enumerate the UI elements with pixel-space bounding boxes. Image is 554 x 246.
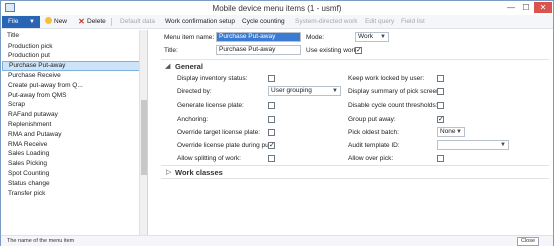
allow-splitting-of-work-checkbox[interactable] bbox=[268, 155, 275, 162]
list-item[interactable]: Transfer pick bbox=[2, 189, 140, 199]
menu-item-name-field[interactable]: Purchase Put-away bbox=[216, 32, 301, 42]
keep-work-locked-checkbox[interactable] bbox=[437, 75, 444, 82]
delete-button[interactable]: ✕ Delete bbox=[78, 17, 106, 27]
work-confirmation-setup-button[interactable]: Work confirmation setup bbox=[165, 17, 235, 27]
pick-oldest-batch-dropdown[interactable]: None ▼ bbox=[437, 127, 465, 137]
list-item-selected[interactable]: Purchase Put-away bbox=[2, 61, 140, 71]
list-column-header[interactable]: Title bbox=[7, 32, 19, 39]
display-summary-label: Display summary of pick screen: bbox=[348, 88, 442, 95]
allow-over-pick-label: Allow over pick: bbox=[348, 155, 394, 162]
override-license-plate-during-put-label: Override license plate during put: bbox=[177, 142, 273, 149]
new-record-icon bbox=[45, 17, 52, 24]
override-target-license-plate-checkbox[interactable] bbox=[268, 129, 275, 136]
file-label: File bbox=[8, 18, 19, 25]
audit-template-id-label: Audit template ID: bbox=[348, 142, 400, 149]
title-field[interactable]: Purchase Put-away bbox=[216, 45, 301, 55]
list-item[interactable]: Replenishment bbox=[2, 120, 140, 130]
list-item[interactable]: Scrap bbox=[2, 100, 140, 110]
directed-by-label: Directed by: bbox=[177, 88, 212, 95]
override-license-plate-during-put-checkbox[interactable]: ✓ bbox=[268, 142, 275, 149]
section-divider bbox=[161, 165, 549, 166]
section-divider bbox=[161, 178, 549, 179]
display-inventory-status-checkbox[interactable] bbox=[268, 75, 275, 82]
new-label: New bbox=[54, 18, 68, 25]
list-item[interactable]: Spot Counting bbox=[2, 169, 140, 179]
action-pane: File ▼ New ✕ Delete Default data Work con… bbox=[1, 15, 553, 29]
list-item[interactable]: RMA Receive bbox=[2, 140, 140, 150]
use-existing-work-checkbox[interactable]: ✓ bbox=[355, 47, 362, 54]
directed-by-dropdown[interactable]: User grouping ▼ bbox=[268, 86, 341, 96]
pick-oldest-batch-value: None bbox=[440, 128, 456, 135]
list-item[interactable]: Sales Loading bbox=[2, 149, 140, 159]
anchoring-checkbox[interactable] bbox=[268, 116, 275, 123]
field-list-button[interactable]: Field list bbox=[401, 17, 425, 27]
new-button[interactable]: New bbox=[45, 17, 67, 27]
delete-icon: ✕ bbox=[78, 17, 85, 26]
work-classes-section-title[interactable]: Work classes bbox=[175, 168, 223, 177]
cycle-counting-button[interactable]: Cycle counting bbox=[242, 17, 285, 27]
disable-cycle-count-checkbox[interactable] bbox=[437, 102, 444, 109]
keep-work-locked-label: Keep work locked by user: bbox=[348, 75, 425, 82]
list-item[interactable]: Create put-away from Q... bbox=[2, 81, 140, 91]
mode-dropdown[interactable]: Work ▼ bbox=[355, 32, 389, 42]
edit-query-button[interactable]: Edit query bbox=[365, 17, 394, 27]
close-icon[interactable]: ✕ bbox=[534, 2, 552, 13]
chevron-down-icon: ▼ bbox=[332, 88, 338, 94]
menu-item-list: Title Production pick Production put Purch… bbox=[2, 30, 148, 235]
anchoring-label: Anchoring: bbox=[177, 116, 209, 123]
generate-license-plate-label: Generate license plate: bbox=[177, 102, 244, 109]
allow-splitting-of-work-label: Allow splitting of work: bbox=[177, 155, 241, 162]
audit-template-id-dropdown[interactable]: ▼ bbox=[437, 140, 509, 150]
default-data-button[interactable]: Default data bbox=[120, 17, 155, 27]
scrollbar-thumb[interactable] bbox=[141, 100, 147, 175]
maximize-icon[interactable]: ☐ bbox=[519, 2, 533, 13]
list-item[interactable]: RAFand putaway bbox=[2, 110, 140, 120]
collapse-caret-icon[interactable]: ◢ bbox=[165, 62, 170, 70]
window: Mobile device menu items (1 - usmf) — ☐ … bbox=[0, 0, 554, 246]
detail-pane: Menu item name: Purchase Put-away Title:… bbox=[161, 30, 551, 235]
toolbar-divider bbox=[111, 18, 112, 26]
delete-label: Delete bbox=[87, 18, 106, 25]
help-text: The name of the menu item bbox=[7, 238, 75, 244]
minimize-icon[interactable]: — bbox=[504, 2, 518, 13]
override-target-license-plate-label: Override target license plate: bbox=[177, 129, 261, 136]
allow-over-pick-checkbox[interactable] bbox=[437, 155, 444, 162]
chevron-down-icon: ▼ bbox=[29, 19, 35, 25]
list-item[interactable]: Production put bbox=[2, 51, 140, 61]
status-bar: The name of the menu item Close bbox=[1, 235, 553, 246]
generate-license-plate-checkbox[interactable] bbox=[268, 102, 275, 109]
window-title: Mobile device menu items (1 - usmf) bbox=[212, 4, 342, 13]
title-bar: Mobile device menu items (1 - usmf) — ☐ … bbox=[1, 1, 553, 15]
list-item[interactable]: Put-away from QMS bbox=[2, 91, 140, 101]
list-scrollbar[interactable] bbox=[139, 30, 147, 235]
general-section-title[interactable]: General bbox=[175, 62, 203, 71]
mode-label: Mode: bbox=[306, 34, 325, 41]
mode-value: Work bbox=[358, 33, 374, 40]
display-summary-checkbox[interactable] bbox=[437, 88, 444, 95]
menu-item-name-label: Menu item name: bbox=[164, 34, 215, 41]
list-item[interactable]: Production pick bbox=[2, 42, 140, 52]
chevron-down-icon: ▼ bbox=[456, 129, 462, 135]
group-put-away-checkbox[interactable]: ✓ bbox=[437, 116, 444, 123]
section-divider bbox=[161, 59, 549, 60]
list-item[interactable]: Status change bbox=[2, 179, 140, 189]
system-directed-work-button[interactable]: System-directed work bbox=[295, 17, 358, 27]
list-item[interactable]: Purchase Receive bbox=[2, 71, 140, 81]
directed-by-value: User grouping bbox=[271, 87, 312, 94]
use-existing-work-label: Use existing work: bbox=[306, 47, 359, 54]
chevron-down-icon: ▼ bbox=[500, 142, 506, 148]
file-menu-button[interactable]: File ▼ bbox=[2, 16, 40, 28]
list-item[interactable]: Sales Picking bbox=[2, 159, 140, 169]
close-button[interactable]: Close bbox=[517, 237, 539, 246]
expand-caret-icon[interactable]: ▷ bbox=[166, 168, 171, 176]
pick-oldest-batch-label: Pick oldest batch: bbox=[348, 129, 399, 136]
chevron-down-icon: ▼ bbox=[380, 34, 386, 40]
group-put-away-label: Group put away: bbox=[348, 116, 396, 123]
disable-cycle-count-label: Disable cycle count thresholds: bbox=[348, 102, 438, 109]
display-inventory-status-label: Display inventory status: bbox=[177, 75, 248, 82]
list-item[interactable]: RMA and Putaway bbox=[2, 130, 140, 140]
title-label: Title: bbox=[164, 47, 178, 54]
